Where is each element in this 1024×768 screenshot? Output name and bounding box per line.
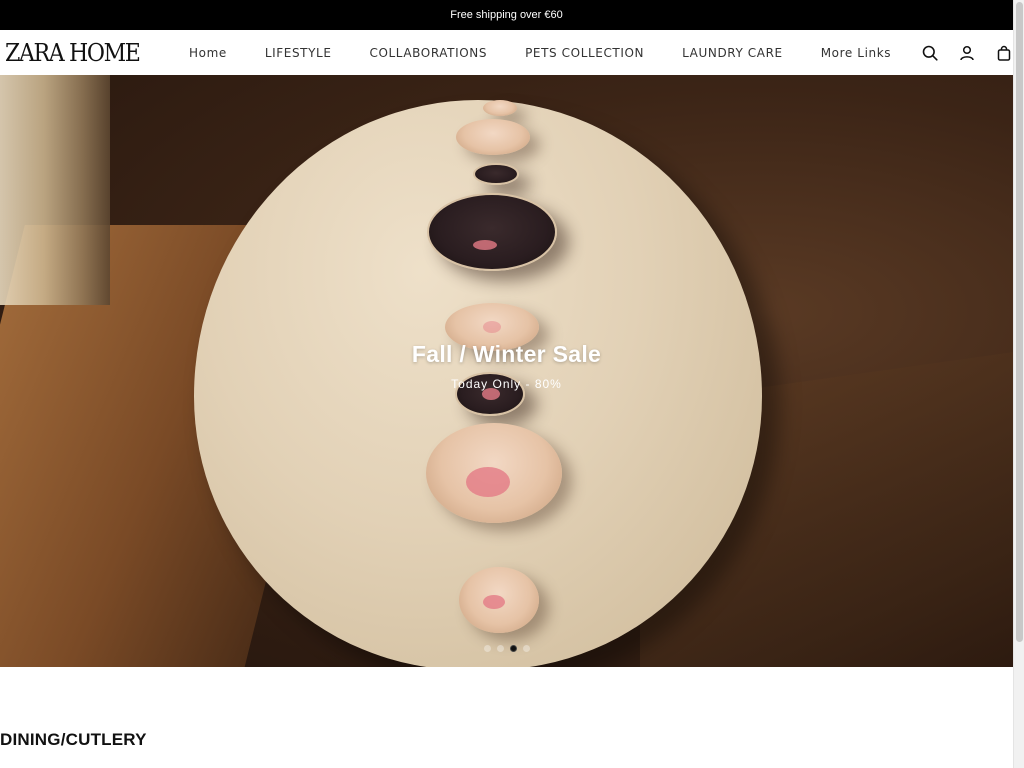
announcement-text: Free shipping over €60 [450, 9, 563, 21]
bowl-2 [456, 119, 530, 155]
search-icon[interactable] [921, 44, 939, 62]
header-actions [902, 30, 1013, 75]
hero-title: Fall / Winter Sale [411, 341, 602, 367]
carousel-dot-4[interactable] [522, 644, 530, 652]
site-header: ZARA HOME Home LIFESTYLE COLLABORATIONS … [0, 30, 1013, 75]
nav-pets-collection[interactable]: PETS COLLECTION [506, 46, 663, 60]
bowl-4 [427, 193, 557, 271]
cart-icon[interactable] [995, 44, 1013, 62]
carousel-dot-1[interactable] [483, 644, 491, 652]
main-nav: Home LIFESTYLE COLLABORATIONS PETS COLLE… [170, 30, 910, 75]
scrollbar-thumb[interactable] [1016, 2, 1023, 642]
hero-subtitle: Today Only - 80% [451, 377, 562, 391]
account-icon[interactable] [958, 44, 976, 62]
nav-lifestyle[interactable]: LIFESTYLE [246, 46, 351, 60]
carousel-dot-3[interactable] [509, 644, 517, 652]
bowl-3 [473, 163, 519, 185]
bowl-8 [459, 567, 539, 633]
carousel-dot-2[interactable] [496, 644, 504, 652]
announcement-bar: Free shipping over €60 [0, 0, 1013, 30]
hero-curtain [0, 75, 110, 305]
brand-logo[interactable]: ZARA HOME [5, 39, 141, 67]
nav-more-links[interactable]: More Links [802, 46, 910, 60]
bowl-7 [426, 423, 562, 523]
bowl-1 [483, 100, 517, 116]
nav-laundry-care[interactable]: LAUNDRY CARE [663, 46, 802, 60]
carousel-dots [0, 643, 1013, 653]
section-title-dining: DINING/CUTLERY [0, 730, 147, 749]
hero-text: Fall / Winter Sale Today Only - 80% [0, 341, 1013, 391]
hero-banner[interactable]: Fall / Winter Sale Today Only - 80% [0, 75, 1013, 667]
nav-collaborations[interactable]: COLLABORATIONS [351, 46, 507, 60]
page-scrollbar[interactable] [1013, 0, 1024, 768]
nav-home[interactable]: Home [170, 46, 246, 60]
